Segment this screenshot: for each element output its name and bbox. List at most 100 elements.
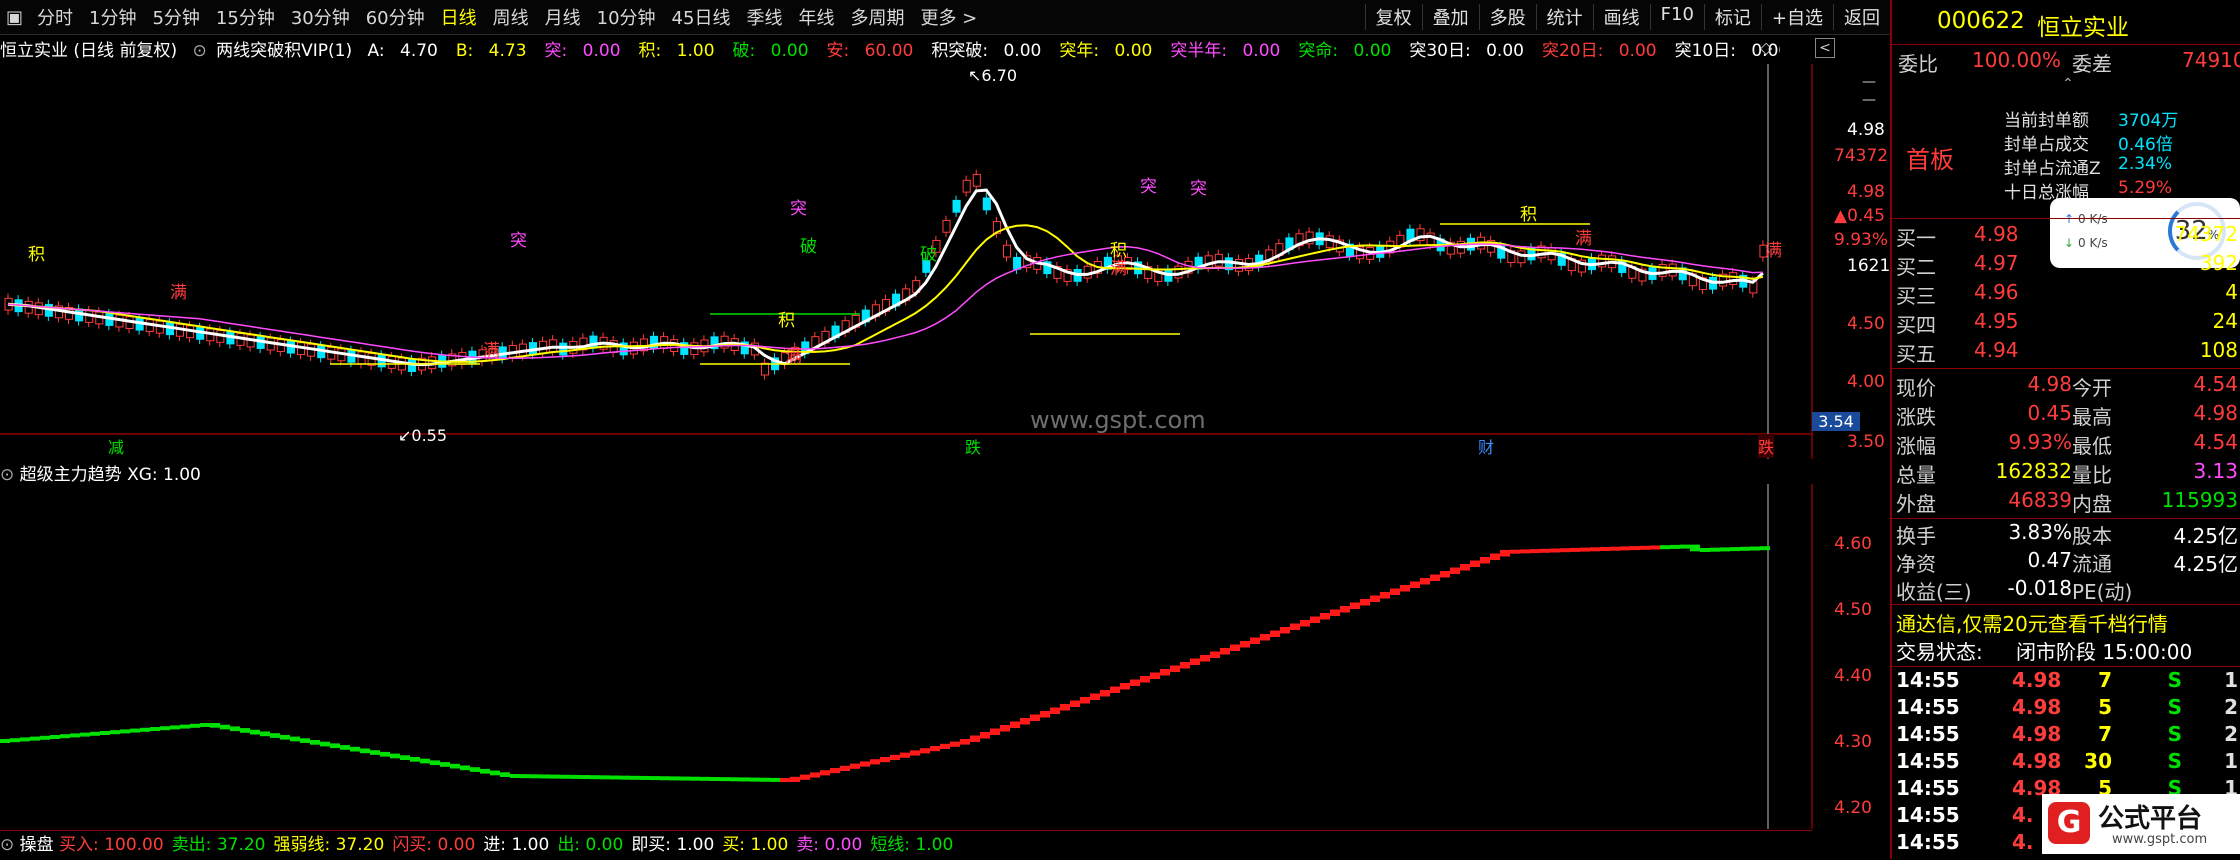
info-item-0: A: 4.70	[368, 41, 448, 61]
period-tab-6[interactable]: 日线	[433, 4, 485, 30]
quote-value: 9.93%	[2008, 430, 2072, 454]
status-row: 交易状态: 闭市阶段 15:00:00	[1892, 636, 2240, 666]
trend-chart[interactable]	[0, 484, 1890, 829]
period-tab-5[interactable]: 60分钟	[358, 4, 433, 30]
trend-step	[1340, 606, 1350, 613]
trend-step	[1730, 547, 1740, 552]
bottom-toggle-icon[interactable]: ⊙	[0, 835, 14, 855]
tick-row: 14:55 4.98 7 S 2	[1892, 722, 2240, 752]
toolbar-button-0[interactable]: 复权	[1364, 4, 1422, 30]
period-tab-8[interactable]: 月线	[537, 4, 589, 30]
seal-row: 封单占成交 0.46倍	[1892, 130, 2240, 155]
bottom-key: 闪买:	[392, 835, 433, 855]
bid-volume: 4	[2225, 280, 2238, 304]
toolbar-button-5[interactable]: F10	[1649, 4, 1704, 30]
sub-chart-title[interactable]: 超级主力趋势	[20, 465, 122, 485]
indicator-name[interactable]: 两线突破积VIP(1)	[216, 41, 352, 61]
period-tab-9[interactable]: 10分钟	[589, 4, 664, 30]
bottom-item-4: 进: 1.00	[483, 835, 549, 855]
period-tab-11[interactable]: 季线	[738, 4, 790, 30]
expand-icon[interactable]: <	[1815, 38, 1835, 58]
info-value: 0.00	[1114, 41, 1153, 61]
collapse-icon[interactable]: ⌃	[2062, 76, 2074, 92]
logo-url: www.gspt.com	[2112, 832, 2208, 847]
candle	[1002, 244, 1012, 258]
bid-volume: 24	[2212, 309, 2238, 333]
trend-step	[1270, 630, 1280, 637]
bottom-key: 即买:	[631, 835, 672, 855]
status-label: 交易状态:	[1896, 640, 1983, 664]
period-tab-10[interactable]: 45日线	[664, 4, 739, 30]
seal-value: 5.29%	[2118, 178, 2173, 198]
toolbar-button-6[interactable]: 标记	[1703, 4, 1761, 30]
promo-row[interactable]: 通达信,仅需20元查看千档行情	[1892, 606, 2240, 636]
trend-step	[250, 729, 260, 735]
diamond-icon[interactable]: ◇	[1760, 38, 1772, 57]
trend-step	[950, 741, 960, 747]
period-tab-4[interactable]: 30分钟	[283, 4, 358, 30]
kline-chart[interactable]: 积满突满突破积满破突 突积满积满满	[0, 64, 1890, 459]
scroll-mid-icon[interactable]: —	[1862, 92, 1876, 108]
period-tab-0[interactable]: 分时	[29, 4, 81, 30]
toolbar-button-2[interactable]: 多股	[1478, 4, 1536, 30]
event-mark-2[interactable]: 跌	[965, 434, 981, 458]
period-tab-14[interactable]: 更多 >	[912, 4, 985, 30]
volume-label: 1621	[1847, 256, 1891, 276]
trend-step	[770, 777, 780, 782]
bottom-key: 出:	[557, 835, 581, 855]
bid-price: 4.94	[1974, 338, 2019, 362]
trend-step	[700, 776, 710, 781]
info-item-7: 突年: 0.00	[1059, 41, 1162, 61]
trend-step	[1640, 545, 1650, 550]
period-tab-13[interactable]: 多周期	[842, 4, 912, 30]
period-tab-3[interactable]: 15分钟	[208, 4, 283, 30]
trend-step	[0, 739, 10, 743]
bottom-key: 强弱线:	[273, 835, 331, 855]
change-pct-label: 9.93%	[1834, 230, 1889, 250]
seal-volume-label: 74372	[1834, 146, 1889, 166]
trend-step	[1560, 548, 1570, 553]
tick-side: S	[2167, 722, 2182, 746]
tick-price: 4.98	[2012, 749, 2062, 773]
scroll-up-icon[interactable]: —	[1862, 74, 1876, 90]
indicator-toggle-icon[interactable]: ⊙	[192, 41, 206, 61]
trend-step	[1110, 686, 1120, 693]
quote-row-0: 现价 4.98 今开 4.54	[1892, 372, 2240, 402]
signal-mark: 破	[800, 237, 817, 257]
bottom-indicator-name[interactable]: 操盘	[20, 835, 54, 855]
trend-step	[1220, 648, 1230, 655]
period-tab-7[interactable]: 周线	[485, 4, 537, 30]
trend-step	[690, 776, 700, 781]
signal-mark: 积	[28, 245, 45, 265]
period-tab-12[interactable]: 年线	[790, 4, 842, 30]
quote-label-2: 量比	[2072, 463, 2112, 487]
trend-step	[990, 728, 1000, 735]
toolbar-button-7[interactable]: +自选	[1760, 4, 1833, 30]
quote-row-2: 涨幅 9.93% 最低 4.54	[1892, 430, 2240, 460]
period-toolbar: ▣ 分时 1分钟 5分钟 15分钟 30分钟 60分钟 日线 周线 月线 10分钟 45日线 季线 年线…	[0, 0, 1890, 35]
period-tab-2[interactable]: 5分钟	[144, 4, 207, 30]
seal-label: 当前封单额	[2004, 111, 2089, 131]
event-mark-1[interactable]: 减	[108, 434, 124, 458]
trend-step	[1040, 711, 1050, 718]
bid-row-4: 买四 4.95 24	[1892, 309, 2240, 339]
trend-step	[1460, 564, 1470, 571]
candle	[972, 173, 981, 187]
menu-icon[interactable]: ▣	[0, 7, 29, 28]
toolbar-button-4[interactable]: 画线	[1592, 4, 1650, 30]
weicha-value: 74910	[2182, 48, 2240, 72]
trend-step	[470, 767, 480, 772]
toolbar-button-1[interactable]: 叠加	[1421, 4, 1479, 30]
trend-step	[560, 774, 570, 779]
toolbar-button-3[interactable]: 统计	[1535, 4, 1593, 30]
toolbar-button-8[interactable]: 返回	[1833, 4, 1890, 30]
sub-toggle-icon[interactable]: ⊙	[0, 465, 14, 485]
trend-step	[400, 755, 410, 760]
period-tab-1[interactable]: 1分钟	[81, 4, 144, 30]
event-mark-3[interactable]: 财	[1478, 434, 1494, 458]
trend-step	[1010, 721, 1020, 728]
quote-value-2: 4.98	[2193, 401, 2238, 425]
info-key: 突半年:	[1170, 41, 1228, 61]
event-mark-4[interactable]: 跌	[1758, 434, 1775, 458]
bid-volume: 108	[2199, 338, 2238, 362]
